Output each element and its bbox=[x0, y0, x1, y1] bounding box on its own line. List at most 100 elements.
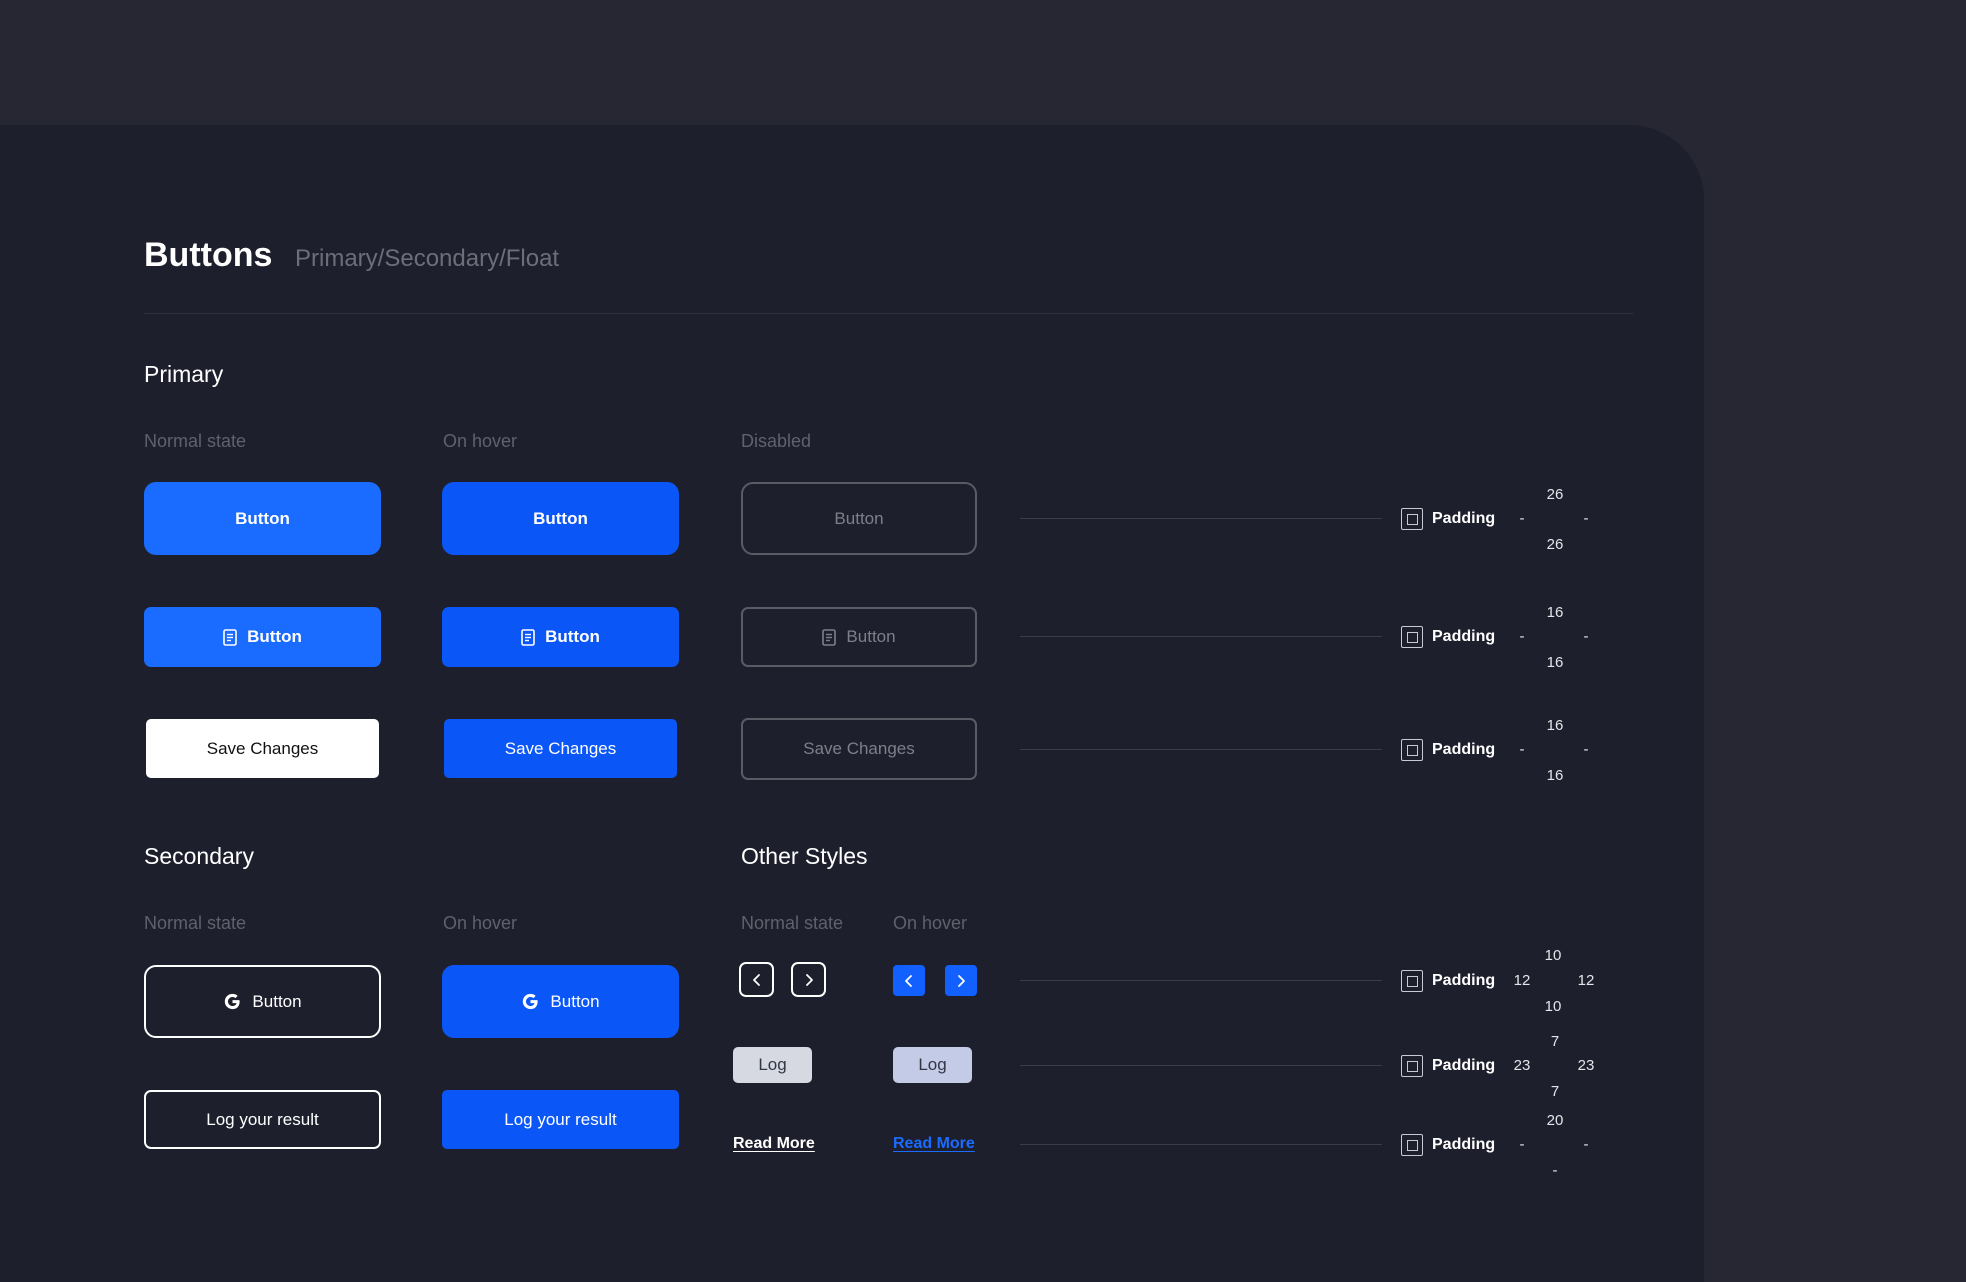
next-button-hover[interactable] bbox=[945, 965, 977, 996]
column-label-hover: On hover bbox=[443, 913, 518, 933]
next-button-normal[interactable] bbox=[791, 962, 826, 997]
padding-top: 26 bbox=[1546, 486, 1564, 503]
padding-label: Padding bbox=[1432, 1136, 1496, 1153]
padding-bottom: 26 bbox=[1546, 536, 1564, 553]
document-icon bbox=[223, 628, 237, 646]
log-button-normal[interactable]: Log bbox=[733, 1047, 812, 1083]
padding-bottom: 16 bbox=[1546, 767, 1564, 784]
padding-top: 16 bbox=[1546, 717, 1564, 734]
column-label-normal: Normal state bbox=[144, 431, 247, 451]
button-label: Button bbox=[550, 991, 600, 1011]
button-label: Button bbox=[247, 627, 302, 646]
padding-left: - bbox=[1519, 628, 1525, 645]
save-changes-button-normal[interactable]: Save Changes bbox=[146, 719, 379, 778]
chevron-left-icon bbox=[905, 974, 912, 987]
primary-icon-button-disabled[interactable]: Button bbox=[741, 607, 977, 667]
spec-connector-line bbox=[1020, 749, 1382, 750]
page-title: Buttons bbox=[144, 236, 273, 274]
button-label: Log your result bbox=[206, 1109, 319, 1129]
prev-button-normal[interactable] bbox=[739, 962, 774, 997]
document-icon bbox=[521, 628, 535, 646]
button-label: Button bbox=[235, 508, 290, 528]
padding-right: - bbox=[1583, 510, 1589, 527]
padding-top: 7 bbox=[1550, 1033, 1560, 1050]
save-changes-button-hover[interactable]: Save Changes bbox=[444, 719, 677, 778]
primary-button-hover[interactable]: Button bbox=[442, 482, 679, 555]
padding-icon bbox=[1401, 1055, 1423, 1077]
primary-button-disabled[interactable]: Button bbox=[741, 482, 977, 555]
padding-bottom: 10 bbox=[1544, 998, 1562, 1015]
spec-connector-line bbox=[1020, 1065, 1382, 1066]
padding-top: 10 bbox=[1544, 947, 1562, 964]
section-title-primary: Primary bbox=[144, 361, 224, 387]
padding-label: Padding bbox=[1432, 1057, 1496, 1074]
padding-top: 16 bbox=[1546, 604, 1564, 621]
button-label: Save Changes bbox=[504, 738, 617, 758]
padding-label: Padding bbox=[1432, 741, 1496, 758]
chevron-right-icon bbox=[805, 973, 813, 986]
column-label-disabled: Disabled bbox=[741, 431, 812, 451]
button-label: Save Changes bbox=[206, 738, 319, 758]
save-changes-button-disabled[interactable]: Save Changes bbox=[741, 718, 977, 780]
primary-icon-button-hover[interactable]: Button bbox=[442, 607, 679, 667]
spec-connector-line bbox=[1020, 636, 1382, 637]
spec-connector-line bbox=[1020, 518, 1382, 519]
padding-bottom: 7 bbox=[1550, 1083, 1560, 1100]
spec-connector-line bbox=[1020, 1144, 1382, 1145]
google-button-normal[interactable]: Button bbox=[144, 965, 381, 1038]
spec-connector-line bbox=[1020, 980, 1382, 981]
padding-icon bbox=[1401, 626, 1423, 648]
padding-icon bbox=[1401, 970, 1423, 992]
padding-bottom: - bbox=[1552, 1162, 1558, 1179]
google-button-hover[interactable]: Button bbox=[442, 965, 679, 1038]
primary-icon-button-normal[interactable]: Button bbox=[144, 607, 381, 667]
padding-label: Padding bbox=[1432, 972, 1496, 989]
padding-left: 12 bbox=[1513, 972, 1531, 989]
chevron-right-icon bbox=[958, 974, 965, 987]
log-button-hover[interactable]: Log bbox=[893, 1047, 972, 1083]
button-label: Button bbox=[834, 508, 884, 528]
header-divider bbox=[144, 313, 1633, 314]
padding-right: - bbox=[1583, 741, 1589, 758]
padding-left: 23 bbox=[1513, 1057, 1531, 1074]
column-label-normal: Normal state bbox=[144, 913, 247, 933]
padding-right: - bbox=[1583, 1136, 1589, 1153]
prev-button-hover[interactable] bbox=[893, 965, 925, 996]
read-more-link-normal[interactable]: Read More bbox=[733, 1135, 815, 1153]
read-more-link-hover[interactable]: Read More bbox=[893, 1135, 975, 1153]
google-icon bbox=[225, 993, 241, 1010]
padding-left: - bbox=[1519, 741, 1525, 758]
padding-icon bbox=[1401, 508, 1423, 530]
padding-right: 23 bbox=[1577, 1057, 1595, 1074]
section-title-other-styles: Other Styles bbox=[741, 843, 868, 869]
padding-left: - bbox=[1519, 510, 1525, 527]
padding-right: - bbox=[1583, 628, 1589, 645]
log-result-button-normal[interactable]: Log your result bbox=[144, 1090, 381, 1149]
section-title-secondary: Secondary bbox=[144, 843, 254, 869]
google-icon bbox=[523, 993, 539, 1010]
button-label: Save Changes bbox=[803, 739, 915, 758]
padding-right: 12 bbox=[1577, 972, 1595, 989]
column-label-hover: On hover bbox=[893, 913, 968, 933]
button-label: Log bbox=[918, 1055, 947, 1074]
padding-label: Padding bbox=[1432, 510, 1496, 527]
padding-left: - bbox=[1519, 1136, 1525, 1153]
log-result-button-hover[interactable]: Log your result bbox=[442, 1090, 679, 1149]
button-label: Button bbox=[533, 508, 588, 528]
button-label: Log your result bbox=[504, 1109, 617, 1129]
primary-button-normal[interactable]: Button bbox=[144, 482, 381, 555]
button-label: Button bbox=[846, 627, 896, 646]
button-label: Button bbox=[545, 627, 600, 646]
page-subtitle: Primary/Secondary/Float bbox=[295, 245, 560, 272]
padding-top: 20 bbox=[1546, 1112, 1564, 1129]
document-icon bbox=[822, 628, 837, 646]
padding-label: Padding bbox=[1432, 628, 1496, 645]
padding-bottom: 16 bbox=[1546, 654, 1564, 671]
button-label: Button bbox=[252, 991, 302, 1011]
column-label-hover: On hover bbox=[443, 431, 518, 451]
chevron-left-icon bbox=[752, 973, 760, 986]
padding-icon bbox=[1401, 1134, 1423, 1156]
padding-icon bbox=[1401, 739, 1423, 761]
button-label: Log bbox=[758, 1055, 787, 1074]
column-label-normal: Normal state bbox=[741, 913, 844, 933]
